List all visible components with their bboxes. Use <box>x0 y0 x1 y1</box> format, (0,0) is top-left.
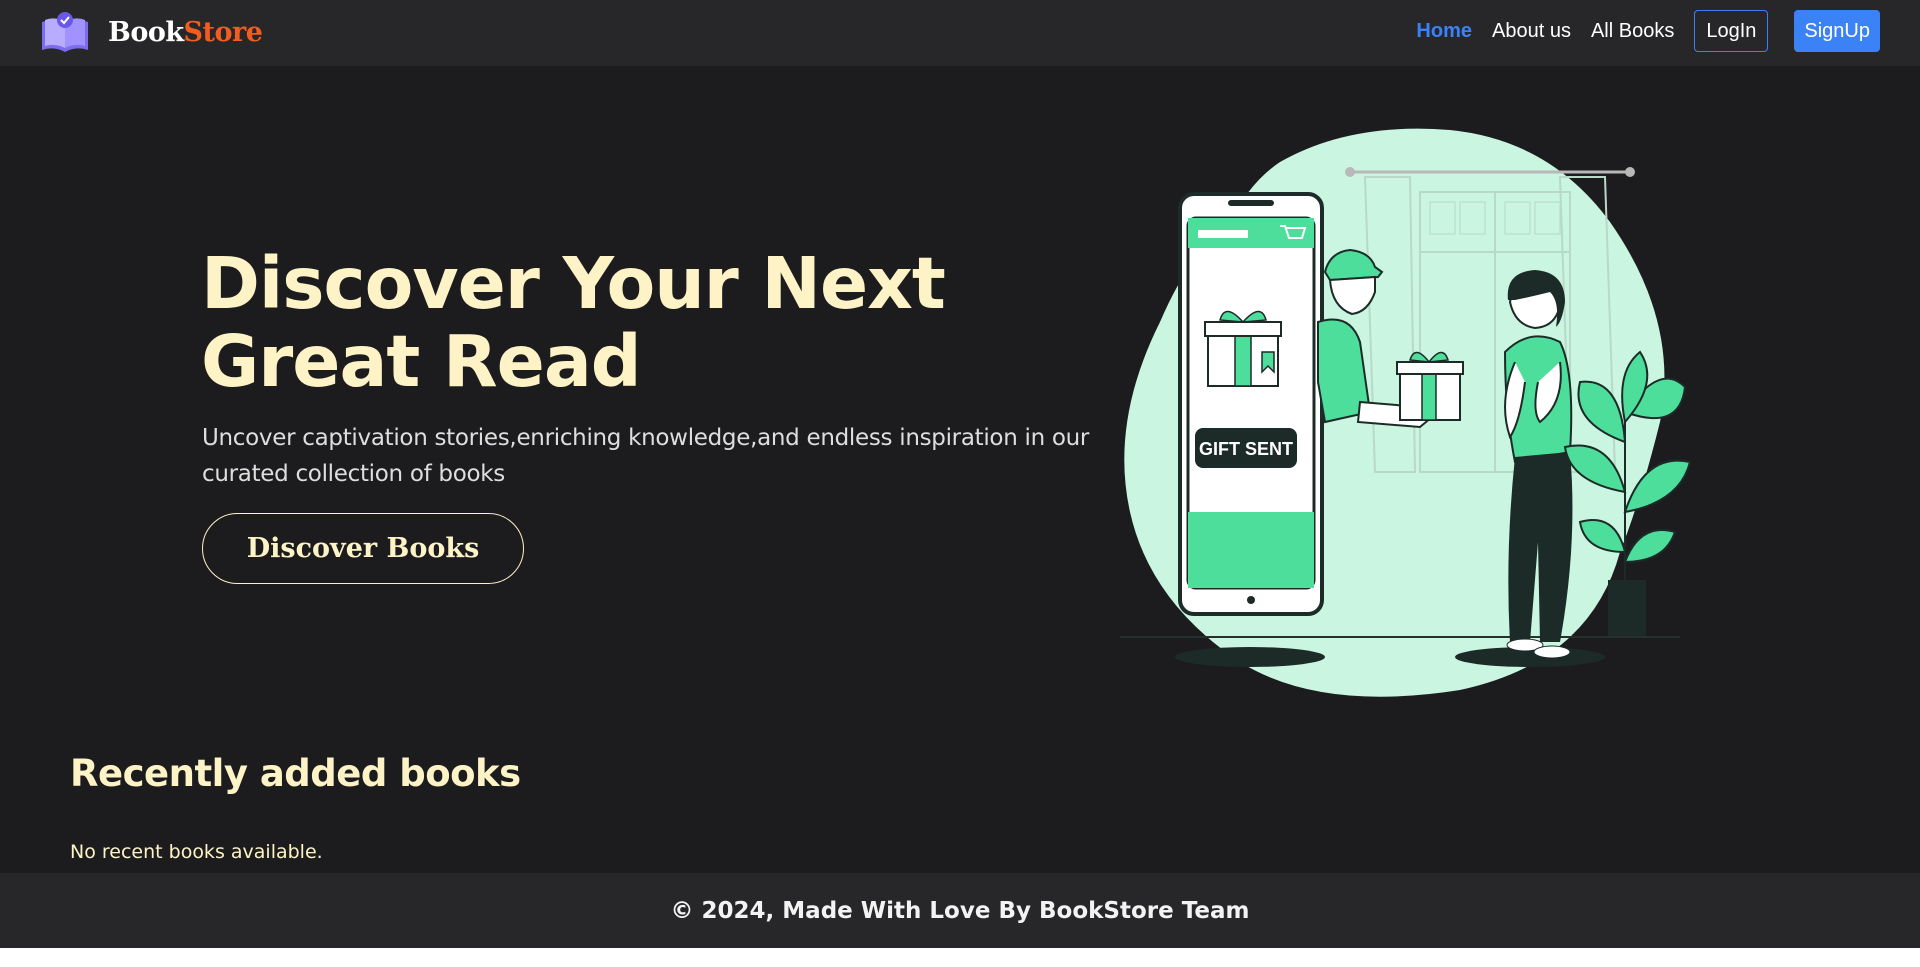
page: BookStore Home About us All Books LogIn … <box>0 0 1920 948</box>
navbar: BookStore Home About us All Books LogIn … <box>0 0 1920 66</box>
no-recent-books-message: No recent books available. <box>70 841 323 863</box>
recently-added-heading: Recently added books <box>70 752 521 795</box>
hero-subtitle: Uncover captivation stories,enriching kn… <box>202 425 1090 487</box>
signup-button[interactable]: SignUp <box>1794 10 1880 52</box>
brand-name-part1: Book <box>108 16 184 48</box>
nav-about-link[interactable]: About us <box>1492 20 1571 43</box>
nav-all-books-link[interactable]: All Books <box>1591 20 1674 43</box>
nav-home-link[interactable]: Home <box>1416 20 1472 43</box>
gift-sent-label: GIFT SENT <box>1199 439 1293 459</box>
brand[interactable]: BookStore <box>38 8 263 56</box>
hero-title: Discover Your Next Great Read <box>201 242 946 403</box>
login-button[interactable]: LogIn <box>1694 10 1769 52</box>
gift-delivery-illustration: GIFT SENT <box>1120 128 1692 697</box>
discover-books-button[interactable]: Discover Books <box>202 513 524 584</box>
brand-name: BookStore <box>108 16 263 48</box>
brand-name-part2: Store <box>183 16 263 48</box>
footer-text: © 2024, Made With Love By BookStore Team <box>670 897 1250 924</box>
open-book-icon <box>42 12 88 52</box>
nav-menu: Home About us All Books LogIn SignUp <box>1396 10 1880 52</box>
footer: © 2024, Made With Love By BookStore Team <box>0 873 1920 948</box>
